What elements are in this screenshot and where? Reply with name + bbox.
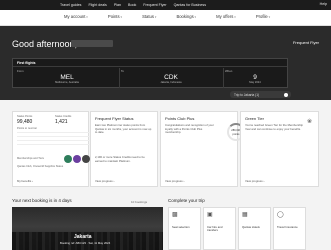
divider [17, 132, 92, 133]
status-credits-value: 1,421 [55, 119, 68, 125]
nav-qantas-business[interactable]: Qantas for Business [174, 3, 206, 7]
account-subnav: My account Points Status Bookings My off… [0, 10, 331, 26]
car-hire-tile[interactable]: ▣ Car hire and transfers [203, 207, 236, 250]
seat-selection-tile[interactable]: ▩ Seat selection [168, 207, 201, 250]
nav-flight-deals[interactable]: Flight deals [88, 3, 106, 7]
nav-plan[interactable]: Plan [114, 3, 121, 7]
when-day: 9 [253, 74, 257, 81]
view-progress-link[interactable]: View progress [245, 179, 264, 183]
destination-name: Jakarta [74, 234, 92, 240]
greeting: Good afternoon, [12, 39, 78, 49]
view-progress-link[interactable]: View progress [165, 179, 184, 183]
card-title: Green Tier [245, 116, 264, 121]
subnav-my-offers[interactable]: My offers [216, 14, 236, 19]
divider [119, 68, 120, 88]
help-link[interactable]: Help [320, 2, 327, 6]
seat-icon: ▩ [172, 212, 178, 218]
to-column: To CDK Jakarta, Indonesia [121, 69, 221, 84]
when-month: May 2024 [249, 81, 261, 84]
memberships-note: Qantas Club, Oneworld Sapphire Status [17, 165, 64, 168]
destination-image[interactable]: Jakarta Booking ref: ABC123 · Sat, 11 Ma… [12, 207, 163, 250]
leaf-icon: ❀ [306, 119, 312, 125]
trip-selector-label: Trip to Jakarta (1) [234, 92, 260, 97]
memberships-label: Memberships and Tiers [17, 157, 44, 160]
subnav-bookings[interactable]: Bookings [176, 14, 196, 19]
frequent-flyer-status-card: Frequent Flyer Status Earn two Platinum … [90, 111, 158, 187]
to-code: CDK [164, 74, 178, 81]
tier-label: Frequent Flyer [292, 40, 319, 45]
flight-card[interactable]: First flights From MEL Melbourne, Austra… [12, 58, 288, 88]
car-icon: ▣ [207, 212, 213, 218]
points-club-plus-card: Points Club Plus Congratulations and rec… [160, 111, 245, 187]
toggle-icon [284, 92, 288, 97]
to-label: To [121, 69, 124, 73]
subnav-points[interactable]: Points [108, 14, 122, 19]
points-card: Status Points Status Credits 99,480 1,42… [12, 111, 92, 187]
shield-icon: ◯ [277, 212, 284, 218]
subnav-status[interactable]: Status [142, 14, 156, 19]
tile-label: Car hire and transfers [207, 225, 223, 233]
card-title: Points Club Plus [165, 116, 195, 121]
subnav-profile[interactable]: Profile [256, 14, 270, 19]
status-credits-label: Status Credits [55, 115, 72, 118]
from-code: MEL [60, 74, 74, 81]
card-body-secondary: 2,190 or more Status Credits need to be … [95, 155, 145, 163]
qantas-club-badge-icon [64, 155, 72, 163]
tile-label: Qantas Hotels [242, 225, 260, 229]
nav-travel-guides[interactable]: Travel guides [60, 3, 81, 7]
status-points-label: Status Points [17, 115, 33, 118]
divider [17, 136, 92, 137]
top-nav-links: Travel guides Flight deals Plan Book Fre… [60, 0, 206, 10]
to-city: Jakarta, Indonesia [160, 81, 182, 84]
from-column: From MEL Melbourne, Australia [17, 69, 117, 84]
oneworld-badge-icon [73, 155, 81, 163]
my-benefits-link[interactable]: My benefits [17, 179, 33, 183]
top-nav: Travel guides Flight deals Plan Book Fre… [0, 0, 331, 10]
member-name-redacted [71, 40, 113, 47]
divider [223, 68, 224, 88]
green-tier-card: Green Tier ❀ You've reached Green Tier f… [240, 111, 319, 187]
subnav-my-account[interactable]: My account [64, 14, 88, 19]
when-column: When 9 May 2024 [225, 69, 285, 84]
bookings-count[interactable]: 10 bookings [131, 200, 147, 204]
booking-reference: Booking ref: ABC123 · Sat, 11 May 2024 [60, 241, 111, 245]
card-body: You've reached Green Tier for the Member… [245, 123, 303, 131]
tile-label: Travel Insurance [277, 225, 298, 229]
when-label: When [225, 69, 233, 73]
divider [13, 66, 287, 67]
next-booking-title: Your next booking is in 4 days [12, 198, 72, 203]
card-body: Earn two Platinum tier status points fro… [95, 123, 152, 135]
status-points-value: 99,480 [17, 119, 33, 125]
hotels-tile[interactable]: ▦ Qantas Hotels [238, 207, 271, 250]
nav-frequent-flyer[interactable]: Frequent Flyer [143, 3, 166, 7]
tile-label: Seat selection [172, 225, 190, 229]
divider [17, 140, 92, 141]
view-progress-link[interactable]: View progress [95, 179, 114, 183]
from-label: From [17, 69, 24, 73]
card-title: Frequent Flyer Status [95, 116, 134, 121]
from-city: Melbourne, Australia [55, 81, 79, 84]
trip-selector[interactable]: Trip to Jakarta (1) [230, 91, 291, 98]
flight-card-header: First flights [17, 61, 36, 65]
next-tier-label: Points to next tier [17, 127, 38, 130]
bed-icon: ▦ [242, 212, 248, 218]
complete-trip-title: Complete your trip [168, 198, 205, 203]
card-body: Congratulations and recognition of your … [165, 123, 214, 135]
tier-badge-icon [82, 155, 90, 163]
insurance-tile[interactable]: ◯ Travel Insurance [273, 207, 306, 250]
divider [17, 144, 92, 145]
nav-book[interactable]: Book [128, 3, 136, 7]
